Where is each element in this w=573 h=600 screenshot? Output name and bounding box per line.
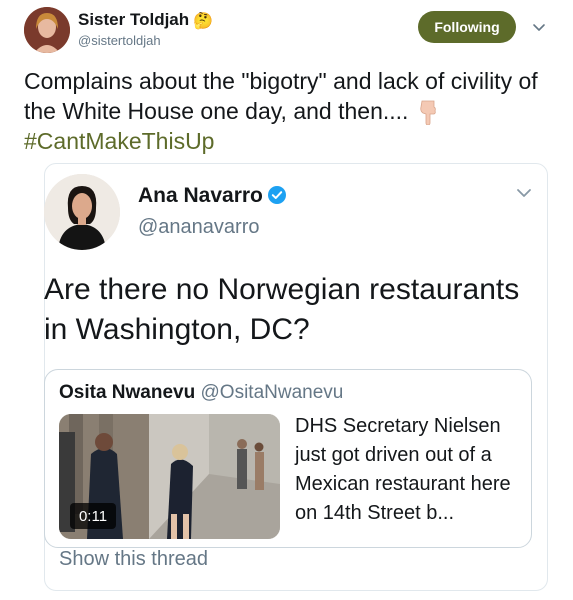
quoted-author-handle[interactable]: @ananavarro — [138, 216, 259, 239]
quoted-author-name[interactable]: Ana Navarro — [138, 184, 287, 208]
nested-author[interactable]: Osita Nwanevu @OsitaNwanevu — [59, 382, 343, 404]
show-thread-link[interactable]: Show this thread — [59, 548, 208, 571]
hashtag-link[interactable]: #CantMakeThisUp — [24, 128, 214, 154]
avatar-image — [44, 174, 120, 250]
tweet-text: Complains about the "bigotry" and lack o… — [24, 66, 554, 156]
nested-author-handle: @OsitaNwanevu — [200, 382, 344, 403]
quoted-author-name-text: Ana Navarro — [138, 184, 263, 207]
author-name-text: Sister Toldjah — [78, 10, 190, 29]
chevron-down-icon[interactable] — [530, 18, 548, 36]
pointing-down-icon — [417, 99, 439, 126]
nested-tweet-text: DHS Secretary Nielsen just got driven ou… — [295, 415, 511, 524]
author-handle[interactable]: @sistertoldjah — [78, 33, 161, 48]
chevron-down-icon[interactable] — [514, 183, 534, 203]
author-avatar[interactable] — [24, 7, 70, 53]
following-button[interactable]: Following — [418, 11, 516, 43]
thinking-face-emoji: 🤔 — [193, 13, 214, 30]
quoted-tweet-text: Are there no Norwegian restaurants in Wa… — [44, 273, 520, 346]
author-name[interactable]: Sister Toldjah 🤔 — [78, 10, 213, 31]
video-duration-badge: 0:11 — [70, 503, 116, 529]
verified-badge-icon — [267, 185, 287, 205]
avatar-image — [24, 7, 70, 53]
tweet-text-body: Complains about the "bigotry" and lack o… — [24, 68, 538, 124]
quoted-author-avatar[interactable] — [44, 174, 120, 250]
nested-author-name: Osita Nwanevu — [59, 382, 196, 403]
